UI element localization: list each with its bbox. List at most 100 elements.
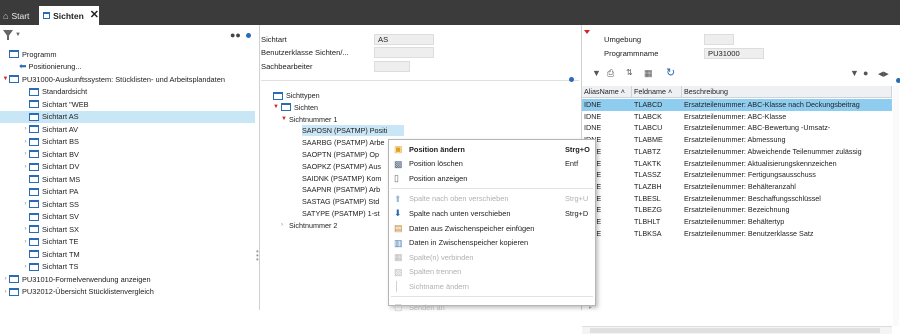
expand-caret-icon[interactable]: › (22, 239, 29, 245)
column-header-feldname[interactable]: Feldname ˄ (632, 86, 682, 98)
table-row[interactable]: IDNE TLABCK Ersatzteilenummer: ABC-Klasse (582, 111, 892, 123)
expanded-caret-icon[interactable]: ▼ (273, 104, 281, 110)
filter-icon[interactable]: ▼ (850, 68, 859, 78)
table-row[interactable]: IDNETLABTZErsatzteilenummer: Abweichende… (582, 146, 892, 158)
field-value[interactable] (704, 33, 734, 45)
view-tree-item[interactable]: SAIDNK (PSATMP) Kom (302, 173, 381, 184)
menu-item-label: Spalte(n) verbinden (409, 252, 474, 262)
filter-dropdown-icon[interactable]: ▼ (15, 32, 21, 38)
view-tree-item[interactable]: SAOPTN (PSATMP) Op (302, 149, 379, 160)
view-tree-item[interactable]: SASTAG (PSATMP) Std (302, 196, 379, 207)
navigate-arrows-icon[interactable]: ◀▶ (878, 70, 889, 78)
tree-item[interactable]: Sichtart AS (0, 110, 255, 123)
tree-item[interactable]: › Sichtart AV (0, 123, 255, 135)
panel-splitter[interactable]: • • • (256, 248, 259, 264)
tree-item[interactable]: › Sichtart DV (0, 161, 255, 173)
view-tree-item[interactable]: Sichttypen (265, 90, 320, 101)
field-value[interactable]: PU31000 (704, 47, 764, 59)
tree-item[interactable]: › PU32012-Übersicht Stücklistenvergleich (0, 286, 255, 298)
table-row[interactable]: IDNE TLABCU Ersatzteilenummer: ABC-Bewertu… (582, 122, 892, 134)
vertical-scrollbar[interactable] (893, 86, 899, 326)
menu-item-position-anzeigen[interactable]: ▯ Position anzeigen (389, 171, 595, 185)
menu-item-sichtname-ändern[interactable]: │ Sichtname ändern (389, 279, 595, 293)
table-row[interactable]: IDNETLBHLTErsatzteilenummer: Behältertyp (582, 216, 892, 228)
menu-item-daten-aus-zwischenspeicher-einfügen[interactable]: ▤ Daten aus Zwischenspeicher einfügen (389, 221, 595, 235)
expand-caret-icon[interactable]: › (22, 151, 29, 157)
expanded-caret-icon[interactable]: ▼ (2, 76, 9, 82)
view-tree-item[interactable]: ▼ Sichten (273, 102, 318, 113)
home-icon: ⌂ (3, 10, 9, 21)
scrollbar-thumb[interactable] (590, 328, 880, 333)
menu-item-position-ändern[interactable]: ▣ Position ändern Strg+O (389, 142, 595, 156)
table-row[interactable]: IDNETLAKTKErsatzteilenummer: Aktualisier… (582, 158, 892, 170)
refresh-icon[interactable]: ↻ (666, 66, 675, 79)
tree-item[interactable]: Sichtart SV (0, 211, 255, 223)
menu-item-spalte-nach-oben-verschieben[interactable]: ⬆ Spalte nach oben verschieben Strg+U (389, 192, 595, 206)
view-tree-item[interactable]: SAARBG (PSATMP) Arbe (302, 137, 385, 148)
expanded-caret-icon[interactable]: ▼ (281, 116, 289, 122)
expand-caret-icon[interactable]: › (22, 139, 29, 145)
expand-caret-icon[interactable]: › (22, 264, 29, 270)
menu-item-spalte-nach-unten-verschieben[interactable]: ⬇ Spalte nach unten verschieben Strg+D (389, 206, 595, 220)
binoculars-icon[interactable]: ●● (230, 30, 241, 40)
tab-start[interactable]: ⌂ Start (3, 6, 29, 25)
view-tree-item[interactable]: ▼ Sichtnummer 1 (281, 114, 337, 125)
expand-caret-icon[interactable]: › (2, 276, 9, 282)
table-row[interactable]: IDNETLABMEErsatzteilenummer: Abmessung (582, 134, 892, 146)
tree-item[interactable]: ▼ PU31000-Auskunftssystem: Stücklisten- u… (0, 73, 255, 85)
menu-item-spalte-n-verbinden[interactable]: ▦ Spalte(n) verbinden (389, 250, 595, 264)
tree-item[interactable]: Programm (0, 48, 255, 60)
close-tab-icon[interactable]: ✕ (90, 10, 99, 21)
view-tree-item-label: SATYPE (PSATMP) 1-st (302, 209, 380, 218)
view-tree-item[interactable]: SAOPKZ (PSATMP) Aus (302, 161, 381, 172)
table-row[interactable]: IDNETLAZBHErsatzteilenummer: Behälteranz… (582, 181, 892, 193)
tree-item[interactable]: Sichtart TM (0, 248, 255, 260)
table-row[interactable]: IDNE TLABCD Ersatzteilenummer: ABC-Klasse … (582, 99, 892, 111)
expand-caret-icon[interactable]: › (22, 226, 29, 232)
tree-item[interactable]: Sichtart MS (0, 173, 255, 185)
menu-item-daten-in-zwischenspeicher-kopieren[interactable]: ▥ Daten in Zwischenspeicher kopieren (389, 236, 595, 250)
field-value[interactable]: AS (374, 33, 434, 45)
binoculars-icon[interactable]: ● (863, 68, 868, 78)
cell-beschreibung: Ersatzteilenummer: ABC-Bewertung -Umsatz… (684, 123, 831, 133)
tree-item[interactable]: › Sichtart TE (0, 236, 255, 248)
export-icon[interactable]: ▦ (644, 68, 653, 79)
table-row[interactable]: IDNETLBKSAErsatzteilenummer: Benutzerkla… (582, 228, 892, 240)
expand-caret-icon[interactable]: › (281, 222, 289, 228)
column-header-beschreibung[interactable]: Beschreibung (682, 86, 892, 98)
table-row[interactable]: IDNETLBEZGErsatzteilenummer: Bezeichnung (582, 204, 892, 216)
field-value[interactable] (374, 47, 434, 58)
print-icon[interactable]: ⎙ (607, 68, 614, 79)
expand-caret-icon[interactable]: › (22, 201, 29, 207)
tree-item[interactable]: › Sichtart TS (0, 261, 255, 273)
tree-item[interactable]: › Sichtart SX (0, 223, 255, 235)
tree-item[interactable]: › Sichtart BS (0, 136, 255, 148)
view-icon (29, 262, 39, 271)
view-tree-item[interactable]: SATYPE (PSATMP) 1-st (302, 208, 380, 219)
view-tree-item[interactable]: SAPOSN (PSATMP) Positi (302, 125, 404, 137)
tree-item[interactable]: › Sichtart SS (0, 198, 255, 210)
filter-icon[interactable]: ▼ (592, 68, 601, 78)
tab-sichten[interactable]: Sichten ✕ (39, 6, 99, 25)
tree-item[interactable]: Standardsicht (0, 86, 255, 98)
expand-caret-icon[interactable]: › (22, 164, 29, 170)
view-tree-item[interactable]: SAAPNR (PSATMP) Arb (302, 184, 380, 195)
view-tree-item[interactable]: › Sichtnummer 2 (281, 220, 337, 231)
tree-item[interactable]: Sichtart "WEB (0, 98, 255, 110)
tree-item[interactable]: › PU31010-Formelverwendung anzeigen (0, 273, 255, 285)
menu-item-senden-an[interactable]: ▢ Senden an ▸ (389, 300, 595, 314)
expand-caret-icon[interactable]: › (2, 289, 9, 295)
column-header-aliasname[interactable]: AliasName ˄ (582, 86, 632, 98)
tree-item[interactable]: › Sichtart BV (0, 148, 255, 160)
tree-item[interactable]: Sichtart PA (0, 186, 255, 198)
menu-item-spalten-trennen[interactable]: ▧ Spalten trennen (389, 265, 595, 279)
table-row[interactable]: IDNETLBESLErsatzteilenummer: Beschaffung… (582, 193, 892, 205)
table-row[interactable]: IDNETLASSZErsatzteilenummer: Fertigungsa… (582, 169, 892, 181)
sort-icon[interactable]: ⇅ (626, 68, 633, 77)
expand-caret-icon[interactable]: › (22, 126, 29, 132)
field-value[interactable] (374, 60, 410, 72)
menu-item-position-löschen[interactable]: ▩ Position löschen Entf (389, 157, 595, 171)
horizontal-scrollbar[interactable] (582, 326, 892, 334)
collapse-icon[interactable] (584, 30, 590, 34)
tree-item[interactable]: ⬅ Positionierung... (0, 61, 255, 73)
